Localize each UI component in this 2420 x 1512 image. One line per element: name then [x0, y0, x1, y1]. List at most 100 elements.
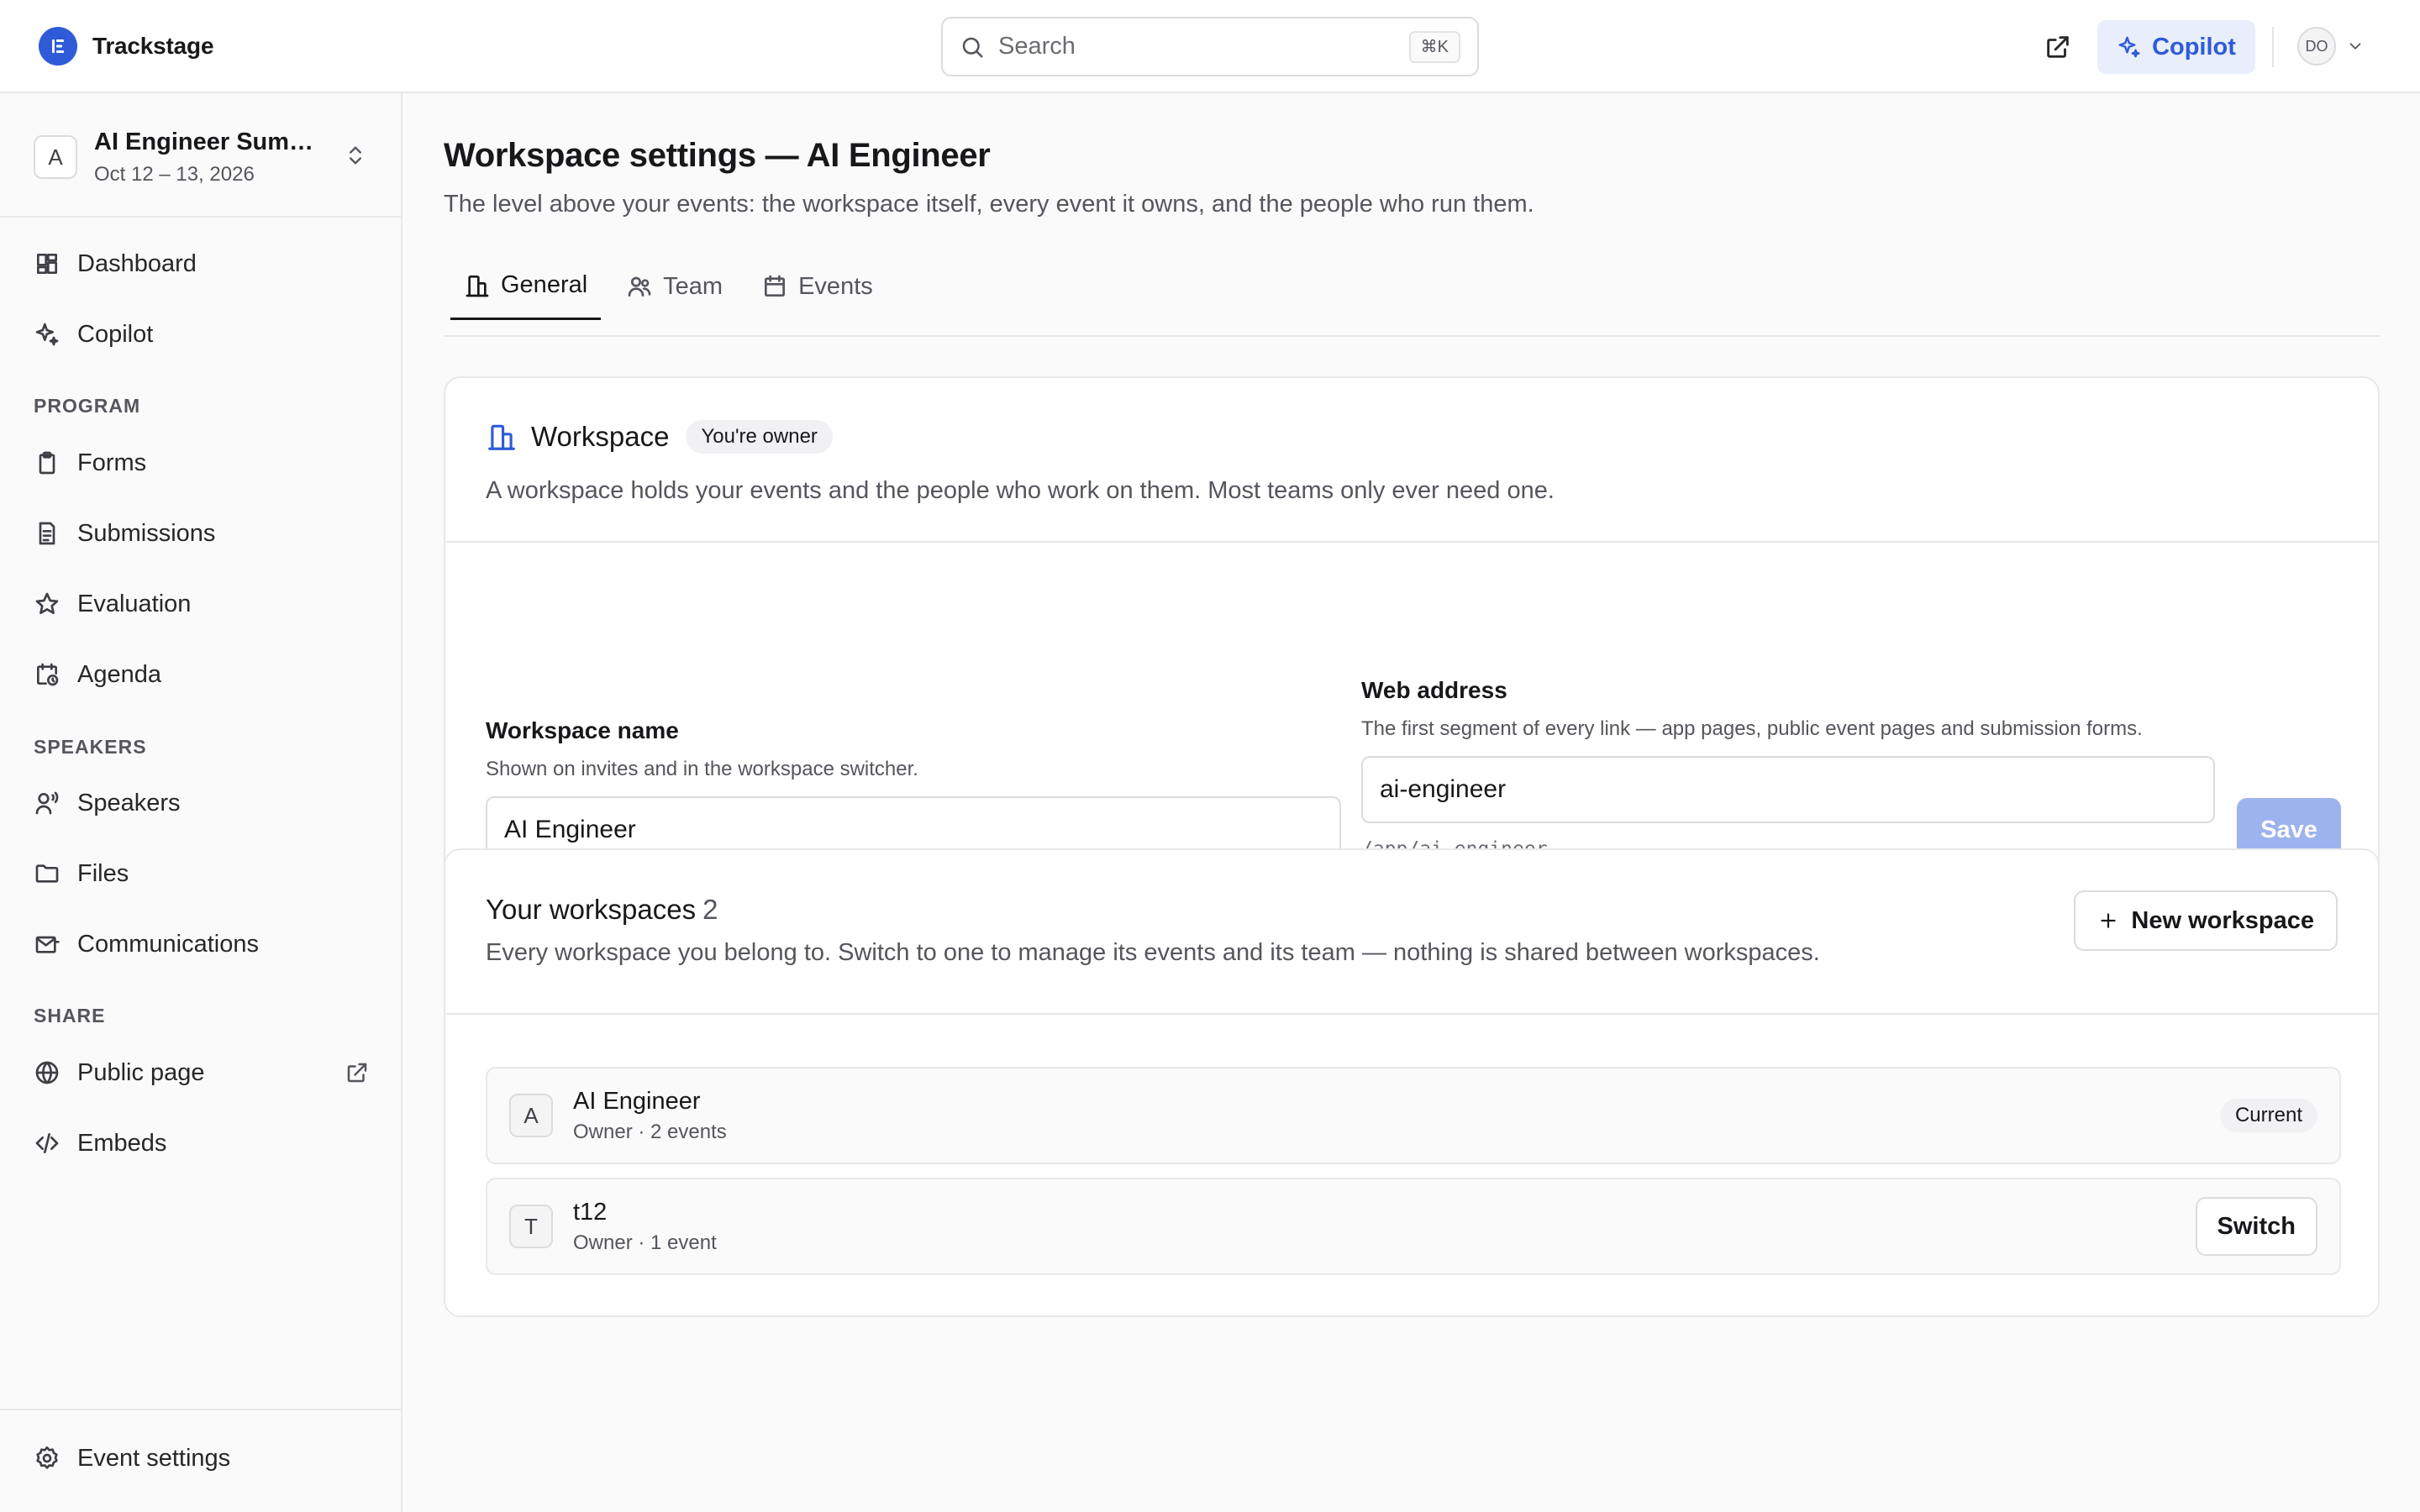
external-link-icon[interactable]	[2044, 33, 2072, 61]
globe-icon	[34, 1059, 60, 1086]
submissions-icon	[34, 520, 60, 547]
tab-team[interactable]: Team	[613, 253, 736, 320]
search-input[interactable]: Search ⌘K	[941, 17, 1479, 76]
sidebar-item-communications[interactable]: Communications	[34, 921, 370, 968]
section-share: SHARE	[34, 1005, 106, 1026]
sidebar-item-embeds[interactable]: Embeds	[34, 1120, 370, 1167]
new-workspace-button[interactable]: New workspace	[2074, 890, 2338, 951]
sidebar-item-speakers[interactable]: Speakers	[34, 780, 370, 827]
sparkles-icon	[34, 321, 60, 348]
workspace-name-value: AI Engineer	[504, 816, 636, 843]
star-icon	[34, 591, 60, 617]
building-icon	[486, 421, 518, 453]
sidebar-item-label: Files	[77, 859, 129, 887]
dashboard-icon	[34, 250, 60, 277]
event-dates: Oct 12 – 13, 2026	[94, 163, 255, 186]
sidebar-item-label: Communications	[77, 930, 259, 958]
workspace-name: t12	[573, 1198, 608, 1226]
workspace-name-help: Shown on invites and in the workspace sw…	[486, 758, 918, 780]
search-placeholder: Search	[998, 33, 1076, 60]
event-switcher[interactable]: A AI Engineer Summit 2026 Oct 12 – 13, 2…	[0, 93, 401, 218]
switch-button[interactable]: Switch	[2195, 1197, 2317, 1256]
sidebar-item-evaluation[interactable]: Evaluation	[34, 580, 370, 627]
sidebar-item-label: Forms	[77, 449, 147, 476]
chevron-down-icon	[2346, 37, 2365, 55]
workspace-card-description: A workspace holds your events and the pe…	[486, 477, 1555, 504]
sidebar-item-submissions[interactable]: Submissions	[34, 510, 370, 557]
chevron-updown-icon	[344, 144, 367, 167]
search-icon	[960, 34, 985, 60]
workspace-meta: Owner · 1 event	[573, 1231, 717, 1254]
workspaces-card-description: Every workspace you belong to. Switch to…	[486, 939, 1820, 966]
web-address-field[interactable]: ai-engineer	[1361, 756, 2215, 823]
sidebar-item-event-settings[interactable]: Event settings	[34, 1435, 370, 1482]
sidebar-item-label: Event settings	[77, 1444, 231, 1472]
top-bar: Trackstage Search ⌘K Copilot DO	[0, 0, 2420, 93]
sidebar-item-label: Submissions	[77, 519, 216, 547]
workspace-name: AI Engineer	[573, 1087, 701, 1115]
sidebar-divider	[0, 1409, 401, 1410]
workspace-title-row: Workspace You're owner	[486, 420, 833, 454]
page-title: Workspace settings — AI Engineer	[444, 137, 991, 174]
workspace-row-t12[interactable]: T t12 Owner · 1 event Switch	[486, 1178, 2341, 1275]
sidebar-item-label: Embeds	[77, 1129, 167, 1157]
tab-label: General	[501, 271, 588, 298]
workspaces-card: Your workspaces 2 Every workspace you bel…	[444, 848, 2380, 1317]
speaker-icon	[34, 790, 60, 816]
owner-badge: You're owner	[686, 420, 833, 454]
workspace-avatar: T	[509, 1205, 553, 1248]
page-subtitle: The level above your events: the workspa…	[444, 191, 1534, 218]
top-divider	[2272, 27, 2274, 67]
tabs-divider	[444, 335, 2380, 337]
sidebar-item-label: Copilot	[77, 320, 154, 348]
sidebar-item-label: Evaluation	[77, 590, 192, 617]
users-icon	[626, 273, 653, 300]
tab-label: Events	[798, 272, 873, 300]
sidebar-item-agenda[interactable]: Agenda	[34, 651, 370, 698]
web-address-value: ai-engineer	[1380, 775, 1507, 803]
calendar-icon	[761, 273, 788, 300]
web-address-label: Web address	[1361, 677, 1507, 703]
section-program: PROGRAM	[34, 395, 141, 417]
workspaces-title-row: Your workspaces 2	[486, 894, 718, 926]
search-shortcut: ⌘K	[1408, 30, 1460, 63]
sidebar-item-label: Public page	[77, 1058, 205, 1086]
trackstage-logo-icon	[39, 27, 77, 66]
workspaces-count: 2	[702, 894, 718, 925]
external-link-icon[interactable]	[345, 1060, 370, 1085]
sidebar-item-dashboard[interactable]: Dashboard	[34, 240, 370, 287]
tab-events[interactable]: Events	[748, 253, 886, 320]
app-name: Trackstage	[92, 33, 214, 59]
folder-icon	[34, 860, 60, 887]
workspace-card: Workspace You're owner A workspace holds…	[444, 376, 2380, 904]
web-address-help: The first segment of every link — app pa…	[1361, 717, 2143, 740]
copilot-button[interactable]: Copilot	[2097, 20, 2255, 74]
new-workspace-label: New workspace	[2131, 906, 2314, 934]
avatar: DO	[2297, 27, 2336, 66]
tab-general[interactable]: General	[450, 253, 602, 320]
brand[interactable]: Trackstage	[39, 27, 214, 66]
workspace-card-title: Workspace	[531, 421, 670, 452]
workspaces-title-text: Your workspaces	[486, 894, 697, 925]
workspace-card-header: Workspace You're owner A workspace holds…	[445, 378, 2378, 543]
sidebar-item-forms[interactable]: Forms	[34, 439, 370, 486]
sidebar-item-files[interactable]: Files	[34, 850, 370, 897]
mail-icon	[34, 931, 60, 958]
sidebar-item-label: Agenda	[77, 660, 161, 688]
copilot-label: Copilot	[2152, 33, 2236, 60]
building-icon	[464, 272, 491, 299]
gear-icon	[34, 1445, 60, 1472]
sidebar: A AI Engineer Summit 2026 Oct 12 – 13, 2…	[0, 93, 402, 1512]
section-speakers: SPEAKERS	[34, 736, 147, 758]
workspace-avatar: A	[509, 1094, 553, 1137]
workspaces-card-header: Your workspaces 2 Every workspace you bel…	[445, 850, 2378, 1015]
user-menu[interactable]: DO	[2297, 27, 2365, 66]
workspace-name-label: Workspace name	[486, 717, 679, 743]
current-badge: Current	[2219, 1099, 2317, 1132]
sidebar-item-label: Speakers	[77, 789, 181, 816]
sidebar-item-copilot[interactable]: Copilot	[34, 311, 370, 358]
settings-tabs: General Team Events	[450, 253, 898, 320]
clipboard-icon	[34, 449, 60, 476]
workspace-row-ai-engineer[interactable]: A AI Engineer Owner · 2 events Current	[486, 1067, 2341, 1164]
sidebar-item-public-page[interactable]: Public page	[34, 1049, 370, 1096]
